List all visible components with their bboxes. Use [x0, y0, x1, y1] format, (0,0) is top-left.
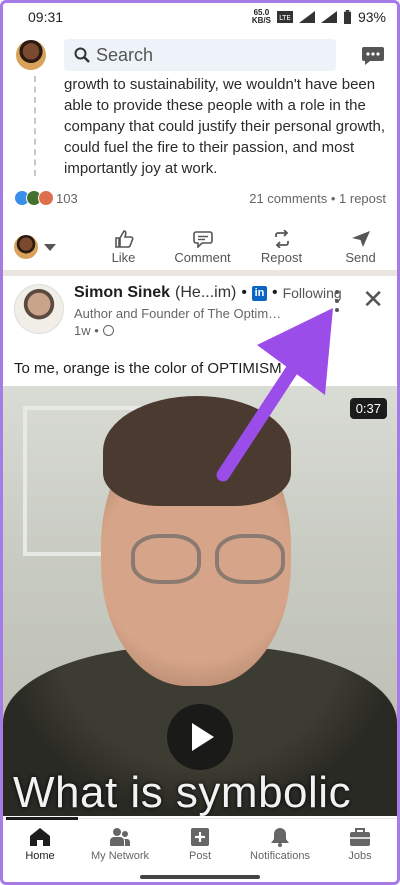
status-icons: 65.0 KB/S LTE 93% — [251, 8, 386, 26]
send-button[interactable]: Send — [321, 230, 400, 265]
search-placeholder: Search — [96, 44, 154, 65]
video-duration: 0:37 — [349, 398, 387, 419]
comments-reposts-count[interactable]: 21 comments • 1 repost — [249, 191, 386, 206]
active-tab-indicator — [6, 817, 78, 820]
nav-notifications[interactable]: Notifications — [240, 819, 320, 870]
author-name[interactable]: Simon Sinek — [74, 284, 170, 302]
previous-post-text: growth to sustainability, we wouldn't ha… — [64, 76, 385, 177]
post-icon — [191, 828, 209, 846]
like-button[interactable]: Like — [84, 229, 163, 265]
feed-divider — [0, 270, 400, 276]
bell-icon — [271, 828, 289, 847]
nav-post[interactable]: Post — [160, 819, 240, 870]
gesture-bar[interactable] — [140, 875, 260, 879]
love-reaction-icon — [38, 190, 54, 206]
status-bar: 09:31 65.0 KB/S LTE 93% — [0, 0, 400, 34]
thread-line — [34, 76, 36, 176]
home-icon — [30, 828, 50, 846]
profile-avatar[interactable] — [16, 40, 46, 70]
bottom-navigation: Home My Network Post Notifications Jobs — [0, 817, 400, 870]
video-subtitle: What is symbolic — [13, 768, 352, 816]
reaction-count[interactable]: 103 — [56, 191, 78, 206]
status-time: 09:31 — [28, 9, 64, 25]
annotation-arrow — [216, 308, 333, 482]
linkedin-premium-icon: in — [251, 285, 267, 301]
video-person-glasses-left — [131, 534, 201, 584]
video-person-glasses-right — [215, 534, 285, 584]
reactions-row[interactable]: 103 21 comments • 1 repost — [14, 190, 386, 206]
search-icon — [74, 47, 90, 63]
send-icon — [351, 230, 370, 247]
chevron-down-icon — [44, 243, 56, 251]
search-input[interactable]: Search — [64, 39, 336, 71]
actor-switcher[interactable] — [14, 235, 84, 259]
signal-icon — [298, 11, 315, 23]
network-icon — [110, 828, 130, 846]
comment-icon — [192, 230, 213, 248]
close-icon[interactable]: ✕ — [362, 286, 384, 312]
actor-avatar — [14, 235, 38, 259]
briefcase-icon — [350, 828, 370, 846]
comment-button[interactable]: Comment — [163, 230, 242, 265]
top-header: Search — [0, 34, 400, 76]
reaction-icons — [14, 190, 54, 206]
author-avatar[interactable] — [14, 284, 64, 334]
nav-my-network[interactable]: My Network — [80, 819, 160, 870]
svg-text:LTE: LTE — [279, 14, 291, 22]
battery-percent: 93% — [357, 9, 386, 25]
play-icon[interactable] — [167, 704, 233, 770]
messaging-icon[interactable] — [360, 42, 386, 68]
nav-jobs[interactable]: Jobs — [320, 819, 400, 870]
repost-button[interactable]: Repost — [242, 229, 321, 265]
battery-icon — [343, 10, 351, 24]
nav-home[interactable]: Home — [0, 819, 80, 870]
data-speed: 65.0 KB/S — [251, 8, 271, 25]
social-actions: Like Comment Repost Send — [0, 226, 400, 268]
signal-icon-2 — [320, 11, 337, 23]
volte-icon: LTE — [276, 11, 293, 23]
thumbs-up-icon — [114, 229, 133, 248]
repost-icon — [274, 229, 289, 248]
globe-icon — [102, 325, 114, 336]
